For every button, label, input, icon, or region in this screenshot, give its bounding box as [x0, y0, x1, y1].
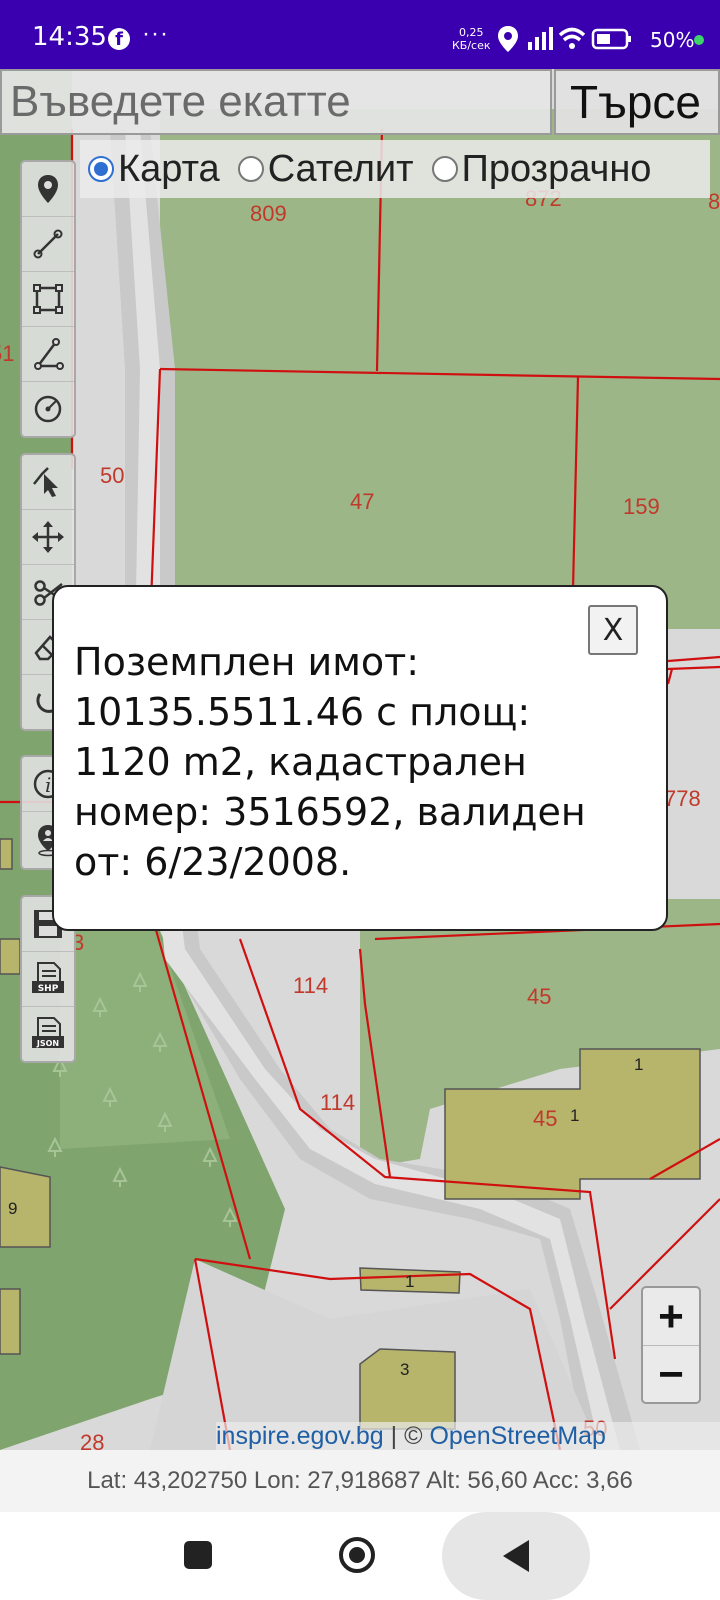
- marker-icon: [38, 175, 58, 203]
- location-readout: Lat: 43,202750 Lon: 27,918687 Alt: 56,60…: [0, 1450, 720, 1512]
- layer-option-satellite[interactable]: Сателит: [230, 148, 414, 191]
- status-icons: [498, 26, 648, 57]
- circle-tool-button[interactable]: [22, 382, 74, 436]
- network-speed-value: 0,25: [459, 26, 484, 39]
- more-notifications-icon: ···: [142, 20, 169, 47]
- recents-icon[interactable]: [184, 1541, 212, 1569]
- select-tool-button[interactable]: [22, 455, 74, 510]
- battery-percentage: 50%: [650, 28, 695, 52]
- line-tool-button[interactable]: [22, 217, 74, 272]
- home-icon[interactable]: [339, 1537, 375, 1573]
- shp-icon: SHP: [32, 962, 64, 994]
- marker-tool-button[interactable]: [22, 162, 74, 217]
- ekatte-search-input[interactable]: [0, 69, 552, 135]
- map-layer-selector: Карта Сателит Прозрачно: [80, 140, 710, 198]
- svg-text:i: i: [45, 773, 51, 797]
- zoom-out-button[interactable]: −: [643, 1346, 699, 1403]
- radio-selected-icon[interactable]: [88, 156, 114, 182]
- location-icon: [498, 26, 518, 52]
- attribution-separator: | ©: [383, 1422, 430, 1450]
- export-json-button[interactable]: JSON: [22, 1007, 74, 1061]
- layer-option-label: Карта: [118, 147, 220, 190]
- layer-option-label: Сателит: [267, 147, 414, 190]
- parcel-label: 45: [527, 984, 551, 1009]
- wifi-icon: [558, 27, 586, 49]
- circle-icon: [34, 395, 62, 423]
- layer-option-label: Прозрачно: [461, 147, 652, 190]
- inspire-link[interactable]: inspire.egov.bg: [216, 1422, 384, 1450]
- map-attribution: inspire.egov.bg | © OpenStreetMap: [216, 1422, 720, 1450]
- line-icon: [33, 229, 63, 259]
- parcel-label: 28: [80, 1430, 104, 1450]
- osm-link[interactable]: OpenStreetMap: [429, 1422, 606, 1450]
- export-shp-button[interactable]: SHP: [22, 952, 74, 1007]
- angle-tool-button[interactable]: [22, 327, 74, 382]
- polygon-icon: [33, 284, 63, 314]
- radio-unselected-icon[interactable]: [237, 156, 264, 182]
- status-time: 14:35: [32, 22, 107, 52]
- building-label: 9: [8, 1199, 17, 1218]
- zoom-in-button[interactable]: +: [643, 1288, 699, 1346]
- parcel-label: 778: [664, 786, 701, 811]
- search-button[interactable]: Търсе: [554, 69, 720, 135]
- draw-toolbar: [20, 160, 76, 438]
- json-icon: JSON: [32, 1017, 64, 1048]
- parcel-label: 114: [320, 1090, 355, 1115]
- parcel-info-popup: X Поземплен имот: 10135.5511.46 с площ: …: [52, 585, 668, 931]
- shp-label: SHP: [38, 984, 59, 994]
- polygon-tool-button[interactable]: [22, 272, 74, 327]
- parcel-label: 45: [533, 1106, 557, 1131]
- back-icon[interactable]: [503, 1540, 529, 1572]
- parcel-label: 114: [293, 973, 328, 998]
- network-speed-unit: КБ/сек: [452, 39, 491, 52]
- facebook-icon: f: [108, 28, 130, 50]
- parcel-label: 47: [350, 489, 374, 514]
- layer-option-transparent[interactable]: Прозрачно: [424, 147, 652, 191]
- parcel-label: 159: [623, 494, 660, 519]
- parcel-label: 809: [250, 201, 287, 226]
- building-label: 1: [634, 1055, 643, 1074]
- battery-icon: [591, 28, 631, 50]
- building-label: 3: [400, 1360, 409, 1379]
- building-label: 1: [405, 1272, 414, 1291]
- radio-unselected-icon[interactable]: [431, 156, 458, 182]
- parcel-label: 50: [100, 463, 124, 488]
- move-tool-button[interactable]: [22, 510, 74, 565]
- move-icon: [32, 521, 64, 553]
- network-speed: 0,25 КБ/сек: [452, 26, 491, 52]
- layer-option-map[interactable]: Карта: [80, 148, 220, 191]
- parcel-info-text: Поземплен имот: 10135.5511.46 с площ: 11…: [74, 640, 586, 884]
- building-label: 1: [570, 1106, 579, 1125]
- select-icon: [33, 467, 58, 497]
- privacy-dot-icon: [694, 35, 704, 45]
- angle-icon: [34, 338, 64, 370]
- zoom-control: + −: [641, 1286, 701, 1404]
- parcel-label: 51: [0, 341, 14, 366]
- json-label: JSON: [36, 1039, 59, 1048]
- signal-icon: [528, 27, 553, 50]
- status-bar: 14:35 f ··· 0,25 КБ/сек 50%: [0, 0, 720, 69]
